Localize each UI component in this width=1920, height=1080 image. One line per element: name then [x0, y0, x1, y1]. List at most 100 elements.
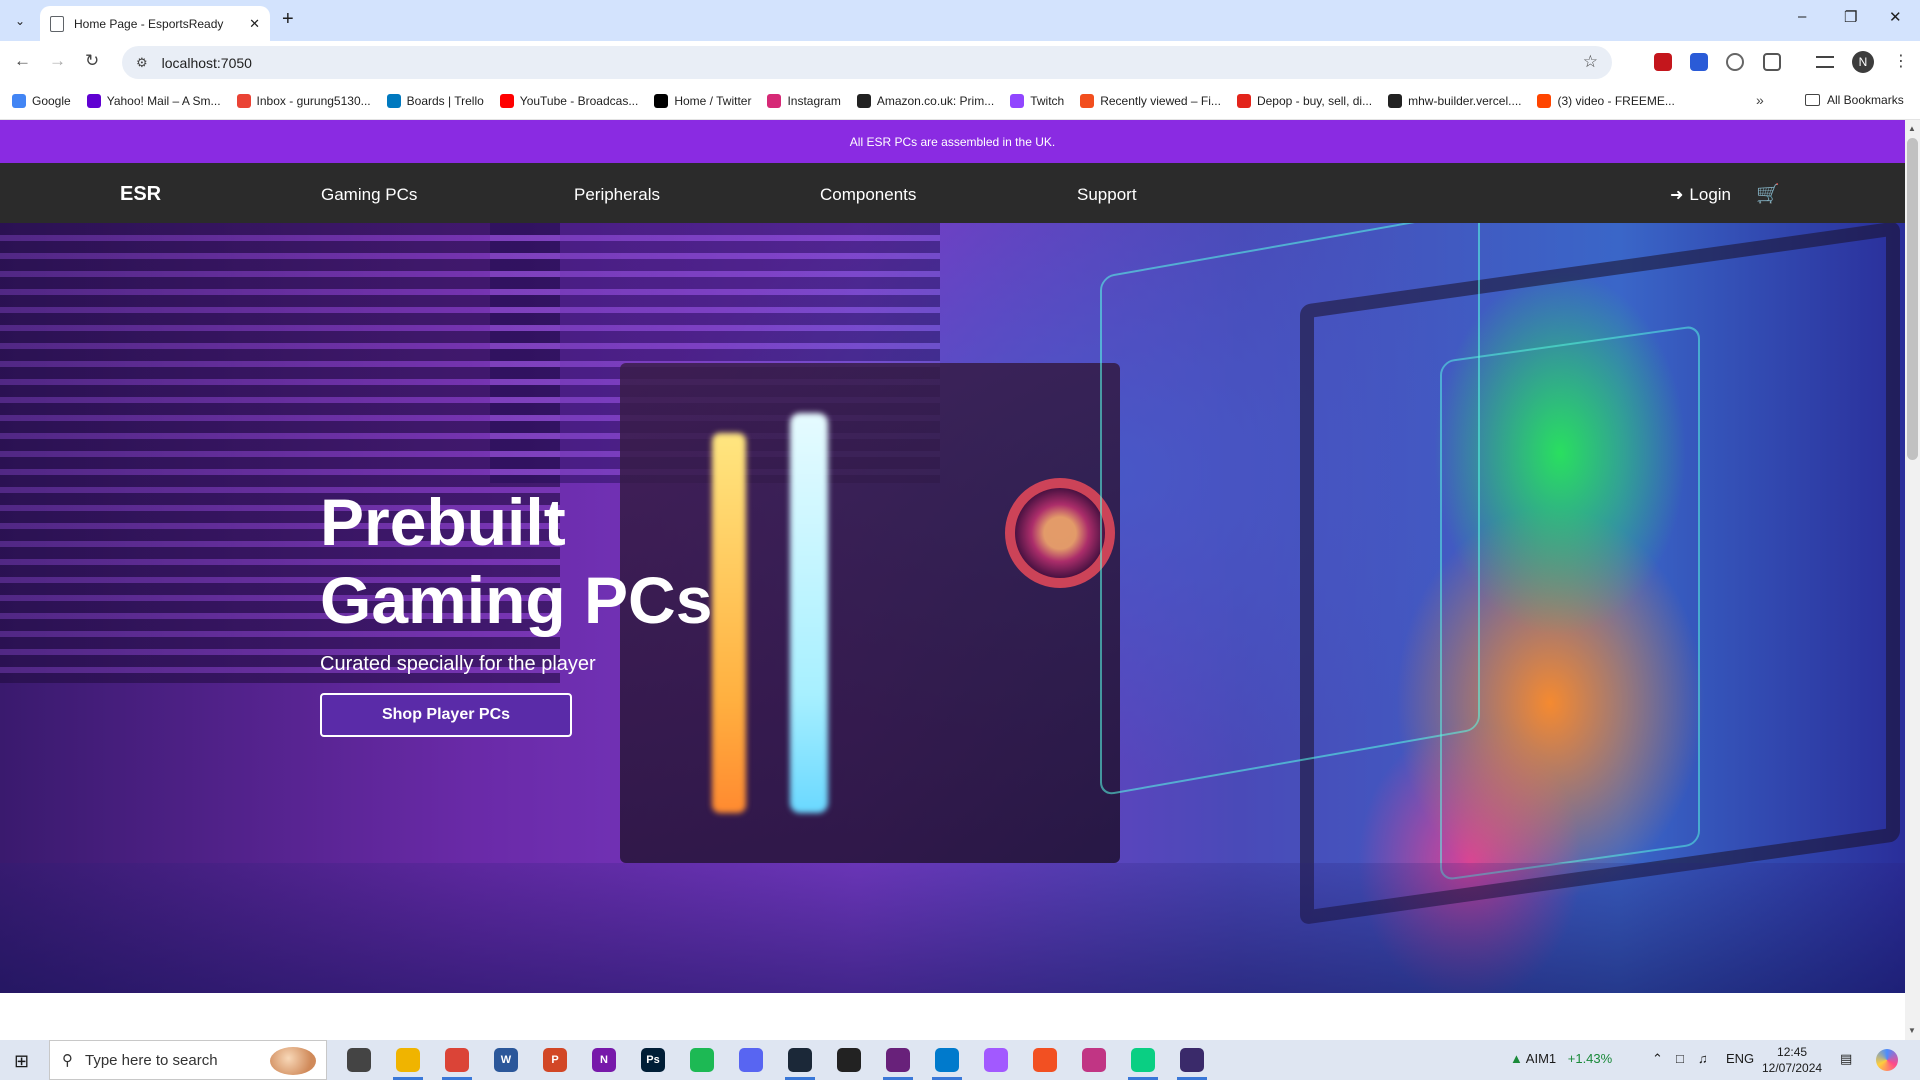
nav-support[interactable]: Support	[1077, 185, 1137, 205]
hidden-icons-chevron-icon[interactable]: ⌃	[1652, 1051, 1663, 1067]
tab-search-icon[interactable]: ⌄	[8, 9, 32, 33]
notifications-icon[interactable]: ▤	[1840, 1051, 1852, 1067]
extensions-puzzle-icon[interactable]	[1763, 53, 1781, 71]
file-explorer-icon[interactable]	[396, 1048, 420, 1072]
windows-start-icon[interactable]: ⊞	[14, 1051, 29, 1072]
page-scrollbar[interactable]: ▲ ▼	[1905, 120, 1920, 1040]
reload-icon[interactable]: ↻	[85, 51, 99, 71]
more-bookmarks-icon[interactable]: »	[1756, 92, 1764, 108]
scrollbar-thumb[interactable]	[1907, 138, 1918, 460]
extension-icon[interactable]	[1690, 53, 1708, 71]
hero-fan	[1005, 478, 1115, 588]
nav-peripherals[interactable]: Peripherals	[574, 185, 660, 205]
site-info-icon[interactable]: ⚙	[136, 55, 148, 71]
language-indicator[interactable]: ENG	[1726, 1051, 1754, 1066]
forward-icon[interactable]: →	[49, 51, 66, 71]
photoshop-icon[interactable]: Ps	[641, 1048, 665, 1072]
scroll-up-icon[interactable]: ▲	[1908, 124, 1916, 133]
clock[interactable]: 12:45 12/07/2024	[1762, 1044, 1822, 1076]
nav-components[interactable]: Components	[820, 185, 916, 205]
network-icon[interactable]: □	[1676, 1051, 1684, 1066]
word-icon[interactable]: W	[494, 1048, 518, 1072]
visual-studio-icon[interactable]	[886, 1048, 910, 1072]
extension-icon-2[interactable]	[1726, 53, 1744, 71]
bookmark-item[interactable]: Depop - buy, sell, di...	[1236, 94, 1372, 108]
bookmark-item[interactable]: (3) video - FREEME...	[1537, 94, 1675, 108]
restore-icon[interactable]: ❐	[1844, 8, 1857, 26]
bookmark-label: Inbox - gurung5130...	[256, 94, 371, 108]
bookmark-item[interactable]: mhw-builder.vercel....	[1388, 94, 1521, 108]
search-icon: ⚲	[62, 1052, 73, 1069]
vscode-icon[interactable]	[935, 1048, 959, 1072]
login-link[interactable]: ➜ Login	[1670, 185, 1731, 205]
stock-widget[interactable]: ▲ AIM1 +1.43%	[1510, 1051, 1612, 1066]
bookmark-item[interactable]: Boards | Trello	[386, 94, 484, 108]
onenote-icon[interactable]: N	[592, 1048, 616, 1072]
all-bookmarks-button[interactable]: All Bookmarks	[1805, 93, 1904, 107]
bookmark-item[interactable]: Instagram	[767, 94, 841, 108]
tab-title: Home Page - EsportsReady	[74, 16, 224, 31]
minimize-icon[interactable]: –	[1798, 8, 1806, 25]
bookmark-item[interactable]: Google	[12, 94, 71, 108]
shop-player-pcs-button[interactable]: Shop Player PCs	[320, 693, 572, 737]
browser-menu-icon[interactable]: ⋮	[1893, 51, 1909, 71]
hero-title: Prebuilt Gaming PCs	[320, 483, 800, 639]
bookmark-favicon-icon	[1010, 94, 1025, 108]
back-icon[interactable]: ←	[14, 51, 31, 71]
hero-hologram-2	[1440, 324, 1700, 882]
figma-icon[interactable]	[984, 1048, 1008, 1072]
stock-label: AIM1	[1525, 1051, 1557, 1066]
ublock-extension-icon[interactable]	[1654, 53, 1672, 71]
discord-icon[interactable]	[739, 1048, 763, 1072]
clock-time: 12:45	[1777, 1045, 1808, 1059]
bookmark-favicon-icon	[1388, 94, 1403, 108]
windows-taskbar: ⊞ ⚲ Type here to search W P N Ps ▲ AIM1 +1.…	[0, 1040, 1920, 1080]
instagram-app-icon[interactable]	[1082, 1048, 1106, 1072]
close-window-icon[interactable]: ✕	[1889, 8, 1902, 26]
task-view-icon[interactable]	[347, 1048, 371, 1072]
spotify-icon[interactable]	[690, 1048, 714, 1072]
unity-icon[interactable]	[837, 1048, 861, 1072]
figma-2-icon[interactable]	[1131, 1048, 1155, 1072]
hero-title-line1: Prebuilt	[320, 485, 566, 559]
bookmark-label: Amazon.co.uk: Prim...	[876, 94, 995, 108]
bookmark-item[interactable]: Home / Twitter	[654, 94, 751, 108]
bookmark-item[interactable]: Recently viewed – Fi...	[1080, 94, 1221, 108]
microsoft-store-icon[interactable]	[1033, 1048, 1057, 1072]
bookmark-favicon-icon	[1236, 94, 1251, 108]
bookmark-favicon-icon	[86, 94, 101, 108]
terminal-icon[interactable]	[1180, 1048, 1204, 1072]
media-controls-icon[interactable]	[1816, 56, 1834, 68]
nav-gaming-pcs[interactable]: Gaming PCs	[321, 185, 417, 205]
bookmark-item[interactable]: Inbox - gurung5130...	[236, 94, 371, 108]
login-icon: ➜	[1670, 187, 1684, 204]
copilot-icon[interactable]	[1876, 1049, 1898, 1071]
hero-hologram	[1100, 223, 1480, 797]
volume-icon[interactable]: ♫	[1698, 1051, 1708, 1066]
bookmark-item[interactable]: Twitch	[1010, 94, 1064, 108]
hero-desk	[0, 863, 1905, 993]
new-tab-icon[interactable]: +	[282, 8, 294, 31]
bookmarks-bar: Google Yahoo! Mail – A Sm... Inbox - gurun…	[0, 83, 1920, 120]
bookmark-star-icon[interactable]: ☆	[1583, 52, 1598, 72]
browser-tab[interactable]: Home Page - EsportsReady ✕	[40, 6, 270, 41]
stock-change: +1.43%	[1567, 1051, 1613, 1066]
bookmark-label: Home / Twitter	[674, 94, 752, 108]
profile-avatar[interactable]: N	[1852, 51, 1874, 73]
cart-icon[interactable]: 🛒	[1756, 182, 1780, 206]
scroll-down-icon[interactable]: ▼	[1908, 1026, 1916, 1035]
bookmark-item[interactable]: Amazon.co.uk: Prim...	[856, 94, 995, 108]
close-tab-icon[interactable]: ✕	[249, 16, 260, 32]
bookmark-item[interactable]: Yahoo! Mail – A Sm...	[86, 94, 221, 108]
site-logo[interactable]: ESR	[120, 183, 161, 206]
powerpoint-icon[interactable]: P	[543, 1048, 567, 1072]
url-text[interactable]: localhost:7050	[162, 55, 252, 71]
taskbar-search[interactable]: ⚲ Type here to search	[49, 1040, 327, 1080]
address-bar[interactable]: ⚙ localhost:7050 ☆	[122, 46, 1612, 79]
steam-icon[interactable]	[788, 1048, 812, 1072]
site-navbar: ESR Gaming PCs Peripherals Components Su…	[0, 163, 1905, 223]
bookmark-label: (3) video - FREEME...	[1557, 94, 1675, 108]
bookmark-item[interactable]: YouTube - Broadcas...	[499, 94, 638, 108]
chrome-icon[interactable]	[445, 1048, 469, 1072]
folder-icon	[1805, 94, 1820, 106]
